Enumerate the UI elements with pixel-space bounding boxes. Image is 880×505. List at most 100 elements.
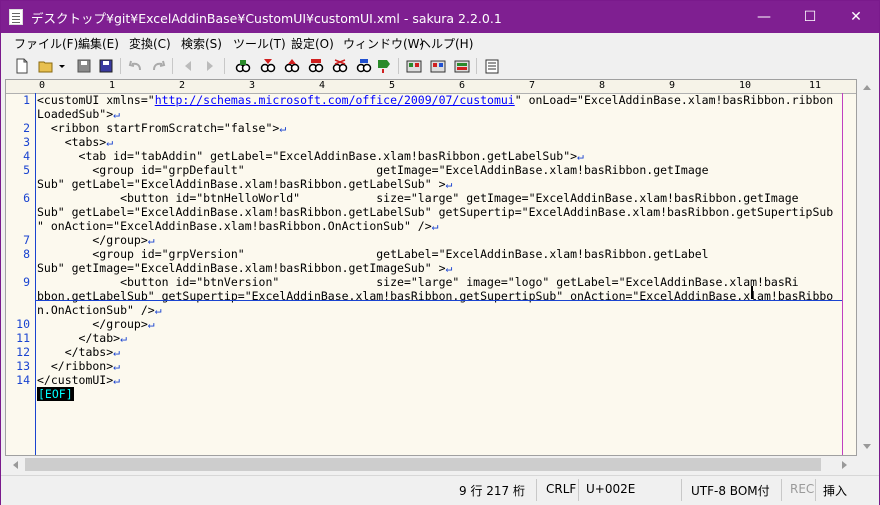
code-line: " onAction="ExcelAddinBase.xlam!basRibbo… <box>37 219 439 233</box>
open-folder-icon[interactable] <box>37 57 55 75</box>
scroll-down-arrow-icon[interactable] <box>862 443 872 451</box>
line-number: 11 <box>16 331 30 345</box>
line-number: 4 <box>23 149 30 163</box>
newline-mark: ↵ <box>113 373 121 387</box>
insert-mode[interactable]: 挿入 <box>823 482 847 499</box>
jump-icon[interactable] <box>375 57 393 75</box>
replace-icon[interactable] <box>307 57 325 75</box>
vertical-scrollbar[interactable] <box>857 79 877 456</box>
grep-icon[interactable] <box>355 57 373 75</box>
search-prev-icon[interactable] <box>259 57 277 75</box>
search-next-icon[interactable] <box>283 57 301 75</box>
newline-mark: ↵ <box>445 261 453 275</box>
code-line: </group>↵ <box>37 233 155 247</box>
horizontal-scroll-thumb[interactable] <box>25 458 821 471</box>
close-button[interactable]: ✕ <box>833 1 879 33</box>
line-number: 1 <box>23 93 30 107</box>
cursor-underline <box>36 300 842 301</box>
open-dropdown-icon[interactable] <box>57 57 67 75</box>
scroll-left-arrow-icon[interactable] <box>11 460 19 470</box>
newline-mark: ↵ <box>147 317 155 331</box>
newline-mark: ↵ <box>147 233 155 247</box>
menu-edit[interactable]: 編集(E) <box>78 35 119 52</box>
toolbar <box>1 53 879 79</box>
redo-icon[interactable] <box>149 57 167 75</box>
newline-mark: ↵ <box>279 121 287 135</box>
code-line: [EOF] <box>37 387 74 401</box>
minimize-button[interactable]: — <box>741 1 787 33</box>
line-number: 14 <box>16 373 30 387</box>
line-number: 3 <box>23 135 30 149</box>
save-all-icon[interactable] <box>97 57 115 75</box>
maximize-button[interactable]: ☐ <box>787 1 833 33</box>
line-number: 9 <box>23 275 30 289</box>
column-ruler: 0 1 2 3 4 5 6 7 8 9 10 11 <box>6 80 856 94</box>
newline-mark: ↵ <box>113 107 121 121</box>
line-number: 8 <box>23 247 30 261</box>
code-line: <tabs>↵ <box>37 135 114 149</box>
rec-indicator: REC <box>790 482 815 496</box>
macro-icon[interactable] <box>453 57 471 75</box>
code-line: <button id="btnHelloWorld" size="large" … <box>37 191 799 205</box>
eof-marker: [EOF] <box>37 387 74 401</box>
wrap-column-line <box>842 93 843 455</box>
line-number-gutter: 1 2 3 4 5 6 7 8 9 10 11 12 13 14 <box>6 93 33 455</box>
ruler-mark: 4 <box>319 80 326 91</box>
line-number: 10 <box>16 317 30 331</box>
newline-mark: ↵ <box>154 303 162 317</box>
code-line: Sub" getImage="ExcelAddinBase.xlam!basRi… <box>37 261 453 275</box>
search-icon[interactable] <box>234 57 252 75</box>
ruler-mark: 1 <box>109 80 116 91</box>
newline-mark: ↵ <box>120 331 128 345</box>
newline-mark: ↵ <box>445 177 453 191</box>
code-line: Sub" getLabel="ExcelAddinBase.xlam!basRi… <box>37 177 453 191</box>
line-number: 13 <box>16 359 30 373</box>
cursor-position: 9 行 217 桁 <box>459 484 525 498</box>
ruler-mark: 6 <box>459 80 466 91</box>
code-line: </customUI>↵ <box>37 373 121 387</box>
undo-icon[interactable] <box>127 57 145 75</box>
newline-mark: ↵ <box>106 135 114 149</box>
menu-file[interactable]: ファイル(F) <box>14 35 78 52</box>
horizontal-scrollbar[interactable] <box>5 456 857 473</box>
ruler-mark: 5 <box>389 80 396 91</box>
jump-back-icon[interactable] <box>179 57 197 75</box>
jump-forward-icon[interactable] <box>201 57 219 75</box>
code-line: </tabs>↵ <box>37 345 121 359</box>
ruler-mark: 2 <box>179 80 186 91</box>
text-editor[interactable]: 0 1 2 3 4 5 6 7 8 9 10 11 1 2 3 4 5 6 7 8 9 10 11 1… <box>5 79 857 456</box>
scroll-up-arrow-icon[interactable] <box>862 83 872 91</box>
code-line: Sub" getLabel="ExcelAddinBase.xlam!basRi… <box>37 205 834 219</box>
namespace-url-link[interactable]: http://schemas.microsoft.com/office/2009… <box>155 93 515 107</box>
newline-mark: ↵ <box>113 359 121 373</box>
menu-settings[interactable]: 設定(O) <box>291 35 334 52</box>
menu-convert[interactable]: 変換(C) <box>129 35 171 52</box>
sakura-app-icon[interactable] <box>9 9 23 25</box>
code-line: <tab id="tabAddin" getLabel="ExcelAddinB… <box>37 149 584 163</box>
outline-icon[interactable] <box>405 57 423 75</box>
ruler-mark: 10 <box>739 80 752 91</box>
new-file-icon[interactable] <box>13 57 31 75</box>
menu-search[interactable]: 検索(S) <box>181 35 222 52</box>
code-line: <button id="btnVersion" size="large" ima… <box>37 275 799 289</box>
code-line: <group id="grpVersion" getLabel="ExcelAd… <box>37 247 709 261</box>
code-line: <ribbon startFromScratch="false">↵ <box>37 121 287 135</box>
save-icon[interactable] <box>75 57 93 75</box>
code-line: <group id="grpDefault" getImage="ExcelAd… <box>37 163 709 177</box>
text-caret <box>751 286 753 299</box>
line-number: 7 <box>23 233 30 247</box>
compare-icon[interactable] <box>429 57 447 75</box>
clear-mark-icon[interactable] <box>331 57 349 75</box>
menu-tools[interactable]: ツール(T) <box>233 35 286 52</box>
window-title: デスクトップ¥git¥ExcelAddinBase¥CustomUI¥custo… <box>31 11 502 26</box>
menu-help[interactable]: ヘルプ(H) <box>419 35 473 52</box>
scroll-right-arrow-icon[interactable] <box>841 460 849 470</box>
encoding[interactable]: UTF-8 BOM付 <box>691 482 770 499</box>
menu-window[interactable]: ウィンドウ(W) <box>343 35 424 52</box>
newline-mark: ↵ <box>431 219 439 233</box>
title-bar[interactable]: デスクトップ¥git¥ExcelAddinBase¥CustomUI¥custo… <box>1 1 879 33</box>
newline-type[interactable]: CRLF <box>546 482 576 496</box>
code-area[interactable]: <customUI xmlns="http://schemas.microsof… <box>37 93 842 429</box>
newline-mark: ↵ <box>577 149 584 163</box>
settings-common-icon[interactable] <box>483 57 501 75</box>
